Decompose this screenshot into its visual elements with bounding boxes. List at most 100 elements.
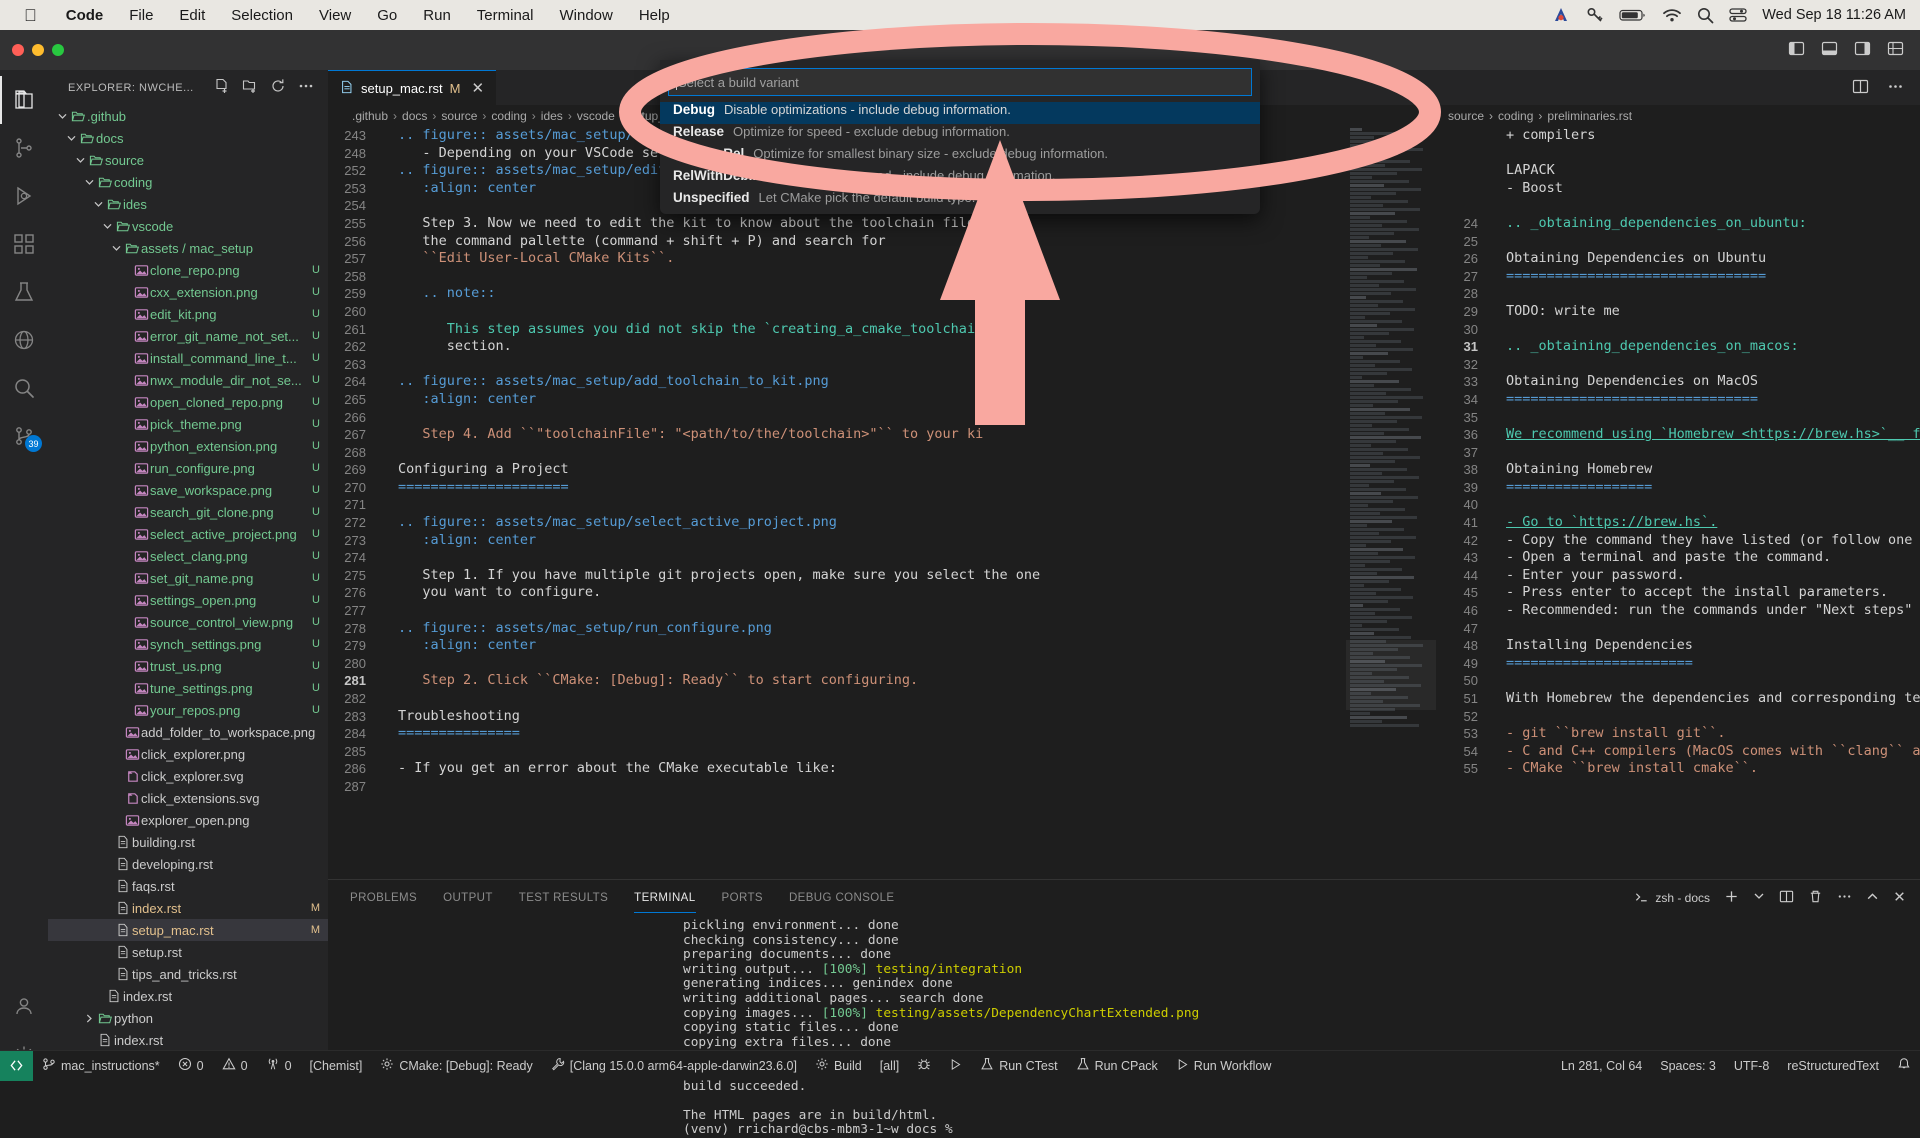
tree-item-source[interactable]: source	[48, 149, 328, 171]
minimap-primary[interactable]	[1346, 127, 1436, 879]
key-icon[interactable]	[1586, 6, 1604, 24]
tree-item-save_workspace.png[interactable]: save_workspace.png U	[48, 479, 328, 501]
search-icon[interactable]	[1697, 7, 1714, 24]
chevron-icon[interactable]	[65, 133, 78, 144]
panel-tab-debug-console[interactable]: DEBUG CONSOLE	[789, 883, 895, 913]
more-actions-icon[interactable]	[298, 78, 314, 97]
code-line[interactable]	[1448, 197, 1920, 215]
tree-item-setup.rst[interactable]: setup.rst	[48, 941, 328, 963]
code-line[interactable]: 53 - git ``brew install git``.	[1448, 725, 1920, 743]
activitybar-item-remote-explorer[interactable]	[0, 316, 48, 364]
code-line[interactable]: 48 Installing Dependencies	[1448, 637, 1920, 655]
panel-tab-output[interactable]: OUTPUT	[443, 883, 493, 913]
code-line[interactable]: 52	[1448, 708, 1920, 726]
window-zoom-button[interactable]	[52, 44, 64, 56]
tree-item-nwx_module_dir_not_se...[interactable]: nwx_module_dir_not_se... U	[48, 369, 328, 391]
chevron-up-icon[interactable]	[1866, 890, 1879, 906]
close-icon[interactable]	[1893, 890, 1906, 906]
quick-pick-option-unspecified[interactable]: Unspecified Let CMake pick the default bu…	[660, 190, 1260, 212]
breadcrumb-secondary[interactable]: source › coding › preliminaries.rst	[1448, 105, 1920, 127]
panel-tab-problems[interactable]: PROBLEMS	[350, 883, 417, 913]
breadcrumb2-item-preliminaries-rst[interactable]: preliminaries.rst	[1547, 109, 1632, 123]
quick-pick-input[interactable]: Select a build variant	[668, 68, 1252, 96]
code-line[interactable]: 31 .. _obtaining_dependencies_on_macos:	[1448, 338, 1920, 356]
chevron-icon[interactable]	[83, 177, 96, 188]
quick-pick-dropdown[interactable]: Select a build variant Debug Disable opti…	[660, 60, 1260, 214]
split-terminal-icon[interactable]	[1779, 889, 1794, 907]
refresh-icon[interactable]	[270, 78, 286, 97]
split-editor-icon[interactable]	[1852, 78, 1869, 98]
code-line[interactable]: LAPACK	[1448, 162, 1920, 180]
breadcrumb-item--github[interactable]: .github	[352, 109, 388, 123]
tree-item-ides[interactable]: ides	[48, 193, 328, 215]
tree-item-assets-mac_setup[interactable]: assets / mac_setup	[48, 237, 328, 259]
code-line[interactable]: 25	[1448, 233, 1920, 251]
code-line[interactable]: 32	[1448, 356, 1920, 374]
activitybar-item-testing[interactable]	[0, 268, 48, 316]
tree-item-coding[interactable]: coding	[48, 171, 328, 193]
file-tree[interactable]: .github docs source coding ides vscode assets …	[48, 105, 328, 1073]
editor-tab-setup-mac-rst[interactable]: setup_mac.rst M ✕	[328, 70, 497, 105]
statusbar-language-mode[interactable]: reStructuredText	[1778, 1051, 1888, 1081]
toggle-panel-icon[interactable]	[1821, 40, 1838, 60]
breadcrumb-item-ides[interactable]: ides	[541, 109, 563, 123]
code-line[interactable]: 41 - Go to `https://brew.hs`.	[1448, 514, 1920, 532]
menu-item-run[interactable]: Run	[410, 7, 464, 24]
tree-item-building.rst[interactable]: building.rst	[48, 831, 328, 853]
chevron-icon[interactable]	[74, 155, 87, 166]
tree-item-tips_and_tricks.rst[interactable]: tips_and_tricks.rst	[48, 963, 328, 985]
quick-pick-option-minsizerel[interactable]: MinSizeRel Optimize for smallest binary s…	[660, 146, 1260, 168]
tree-item-add_folder_to_workspace.png[interactable]: add_folder_to_workspace.png	[48, 721, 328, 743]
code-line[interactable]	[1448, 145, 1920, 163]
panel-tab-ports[interactable]: PORTS	[722, 883, 763, 913]
panel-tab-test-results[interactable]: TEST RESULTS	[519, 883, 608, 913]
statusbar-cursor-position[interactable]: Ln 281, Col 64	[1552, 1051, 1651, 1081]
wifi-icon[interactable]	[1662, 8, 1682, 23]
code-line[interactable]: 43 - Open a terminal and paste the comman…	[1448, 549, 1920, 567]
activitybar-item-source-control[interactable]: 39	[0, 412, 48, 460]
statusbar-run-ctest[interactable]: Run CTest	[971, 1051, 1066, 1081]
code-line[interactable]: 39 ==================	[1448, 479, 1920, 497]
window-close-button[interactable]	[12, 44, 24, 56]
tree-item-docs[interactable]: docs	[48, 127, 328, 149]
quick-pick-option-relwithdebinfo[interactable]: RelWithDebInfo Optimize for speed - inclu…	[660, 168, 1260, 190]
breadcrumb2-item-coding[interactable]: coding	[1498, 109, 1533, 123]
code-line[interactable]: 36 We recommend using `Homebrew <https://…	[1448, 426, 1920, 444]
tree-item-pick_theme.png[interactable]: pick_theme.png U	[48, 413, 328, 435]
code-line[interactable]: 44 - Enter your password.	[1448, 567, 1920, 585]
statusbar-indentation[interactable]: Spaces: 3	[1651, 1051, 1725, 1081]
tree-item-open_cloned_repo.png[interactable]: open_cloned_repo.png U	[48, 391, 328, 413]
code-line[interactable]: 38 Obtaining Homebrew	[1448, 461, 1920, 479]
tree-item-setup_mac.rst[interactable]: setup_mac.rst M	[48, 919, 328, 941]
code-line[interactable]: + compilers	[1448, 127, 1920, 145]
code-line[interactable]: 34 ===============================	[1448, 391, 1920, 409]
statusbar-encoding[interactable]: UTF-8	[1725, 1051, 1778, 1081]
menu-item-file[interactable]: File	[116, 7, 166, 24]
tree-item-trust_us.png[interactable]: trust_us.png U	[48, 655, 328, 677]
tree-item-python[interactable]: python	[48, 1007, 328, 1029]
activitybar-item-extensions[interactable]	[0, 220, 48, 268]
activitybar-item-source-control-graph[interactable]	[0, 124, 48, 172]
code-line[interactable]: 35	[1448, 409, 1920, 427]
tree-item-set_git_name.png[interactable]: set_git_name.png U	[48, 567, 328, 589]
tree-item-error_git_name_not_set...[interactable]: error_git_name_not_set... U	[48, 325, 328, 347]
control-center-icon[interactable]	[1729, 7, 1747, 23]
code-line[interactable]: 27 ================================	[1448, 268, 1920, 286]
activitybar-item-search[interactable]	[0, 364, 48, 412]
code-line[interactable]: 29 TODO: write me	[1448, 303, 1920, 321]
code-line[interactable]: 42 - Copy the command they have listed (o…	[1448, 532, 1920, 550]
chevron-icon[interactable]	[110, 243, 123, 254]
code-line[interactable]: 51 With Homebrew the dependencies and cor…	[1448, 690, 1920, 708]
code-line[interactable]: 47	[1448, 620, 1920, 638]
code-line[interactable]: 50	[1448, 672, 1920, 690]
statusbar-git-branch[interactable]: mac_instructions*	[33, 1051, 169, 1081]
menu-item-code[interactable]: Code	[53, 7, 117, 24]
quick-pick-option-debug[interactable]: Debug Disable optimizations - include deb…	[660, 102, 1260, 124]
minimap-slider[interactable]	[1346, 640, 1436, 710]
breadcrumb-item-coding[interactable]: coding	[491, 109, 526, 123]
window-traffic-lights[interactable]	[0, 44, 64, 56]
tree-item-developing.rst[interactable]: developing.rst	[48, 853, 328, 875]
tree-item-index.rst[interactable]: index.rst	[48, 1029, 328, 1051]
statusbar-cmake-status[interactable]: CMake: [Debug]: Ready	[371, 1051, 541, 1081]
code-line[interactable]: 49 =======================	[1448, 655, 1920, 673]
